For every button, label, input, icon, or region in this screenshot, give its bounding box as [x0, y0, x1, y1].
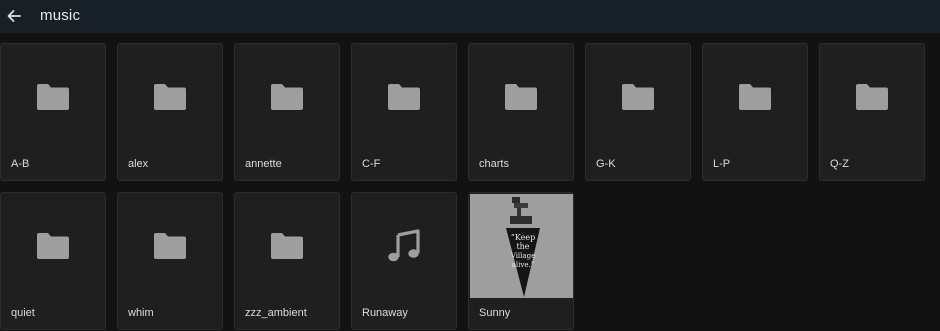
- tile-label: Sunny: [479, 307, 511, 319]
- tile-label: L-P: [713, 158, 731, 170]
- track-tile-runaway[interactable]: Runaway: [351, 192, 457, 330]
- folder-icon: [154, 84, 186, 110]
- folder-tile-q-z[interactable]: Q-Z: [819, 43, 925, 181]
- album-art-text: Village: [510, 252, 535, 260]
- arrow-left-icon: [7, 10, 21, 22]
- folder-tile-alex[interactable]: alex: [117, 43, 223, 181]
- track-tile-sunny[interactable]: “Keep the Village alive.” Sunny: [468, 192, 574, 330]
- app-bar: music: [0, 0, 940, 33]
- folder-icon: [271, 84, 303, 110]
- tile-label: Runaway: [362, 307, 408, 319]
- folder-tile-c-f[interactable]: C-F: [351, 43, 457, 181]
- back-button[interactable]: [4, 4, 24, 28]
- album-art-image: “Keep the Village alive.”: [470, 194, 573, 298]
- album-art-text: “Keep: [511, 233, 535, 242]
- folder-tile-l-p[interactable]: L-P: [702, 43, 808, 181]
- folder-tile-a-b[interactable]: A-B: [0, 43, 106, 181]
- tile-label: annette: [245, 158, 282, 170]
- folder-tile-zzz-ambient[interactable]: zzz_ambient: [234, 192, 340, 330]
- folder-tile-quiet[interactable]: quiet: [0, 192, 106, 330]
- album-art-text: alive.”: [512, 261, 535, 269]
- folder-tile-g-k[interactable]: G-K: [585, 43, 691, 181]
- folder-tile-whim[interactable]: whim: [117, 192, 223, 330]
- music-note-icon: [388, 229, 420, 262]
- folder-icon: [622, 84, 654, 110]
- tile-label: charts: [479, 158, 509, 170]
- tile-label: G-K: [596, 158, 616, 170]
- folder-icon: [505, 84, 537, 110]
- page-title: music: [40, 7, 81, 24]
- album-art-text: the: [516, 242, 529, 251]
- folder-icon: [37, 84, 69, 110]
- folder-icon: [739, 84, 771, 110]
- album-art: “Keep the Village alive.”: [470, 194, 573, 298]
- tile-label: whim: [128, 307, 154, 319]
- folder-icon: [154, 233, 186, 259]
- tile-label: alex: [128, 158, 149, 170]
- folder-icon: [388, 84, 420, 110]
- folder-icon: [271, 233, 303, 259]
- folder-icon: [856, 84, 888, 110]
- tile-label: quiet: [11, 307, 35, 319]
- tile-label: zzz_ambient: [245, 307, 307, 319]
- folder-tile-annette[interactable]: annette: [234, 43, 340, 181]
- tile-label: A-B: [11, 158, 30, 170]
- tile-label: Q-Z: [830, 158, 849, 170]
- folder-tile-charts[interactable]: charts: [468, 43, 574, 181]
- tile-label: C-F: [362, 158, 381, 170]
- folder-icon: [37, 233, 69, 259]
